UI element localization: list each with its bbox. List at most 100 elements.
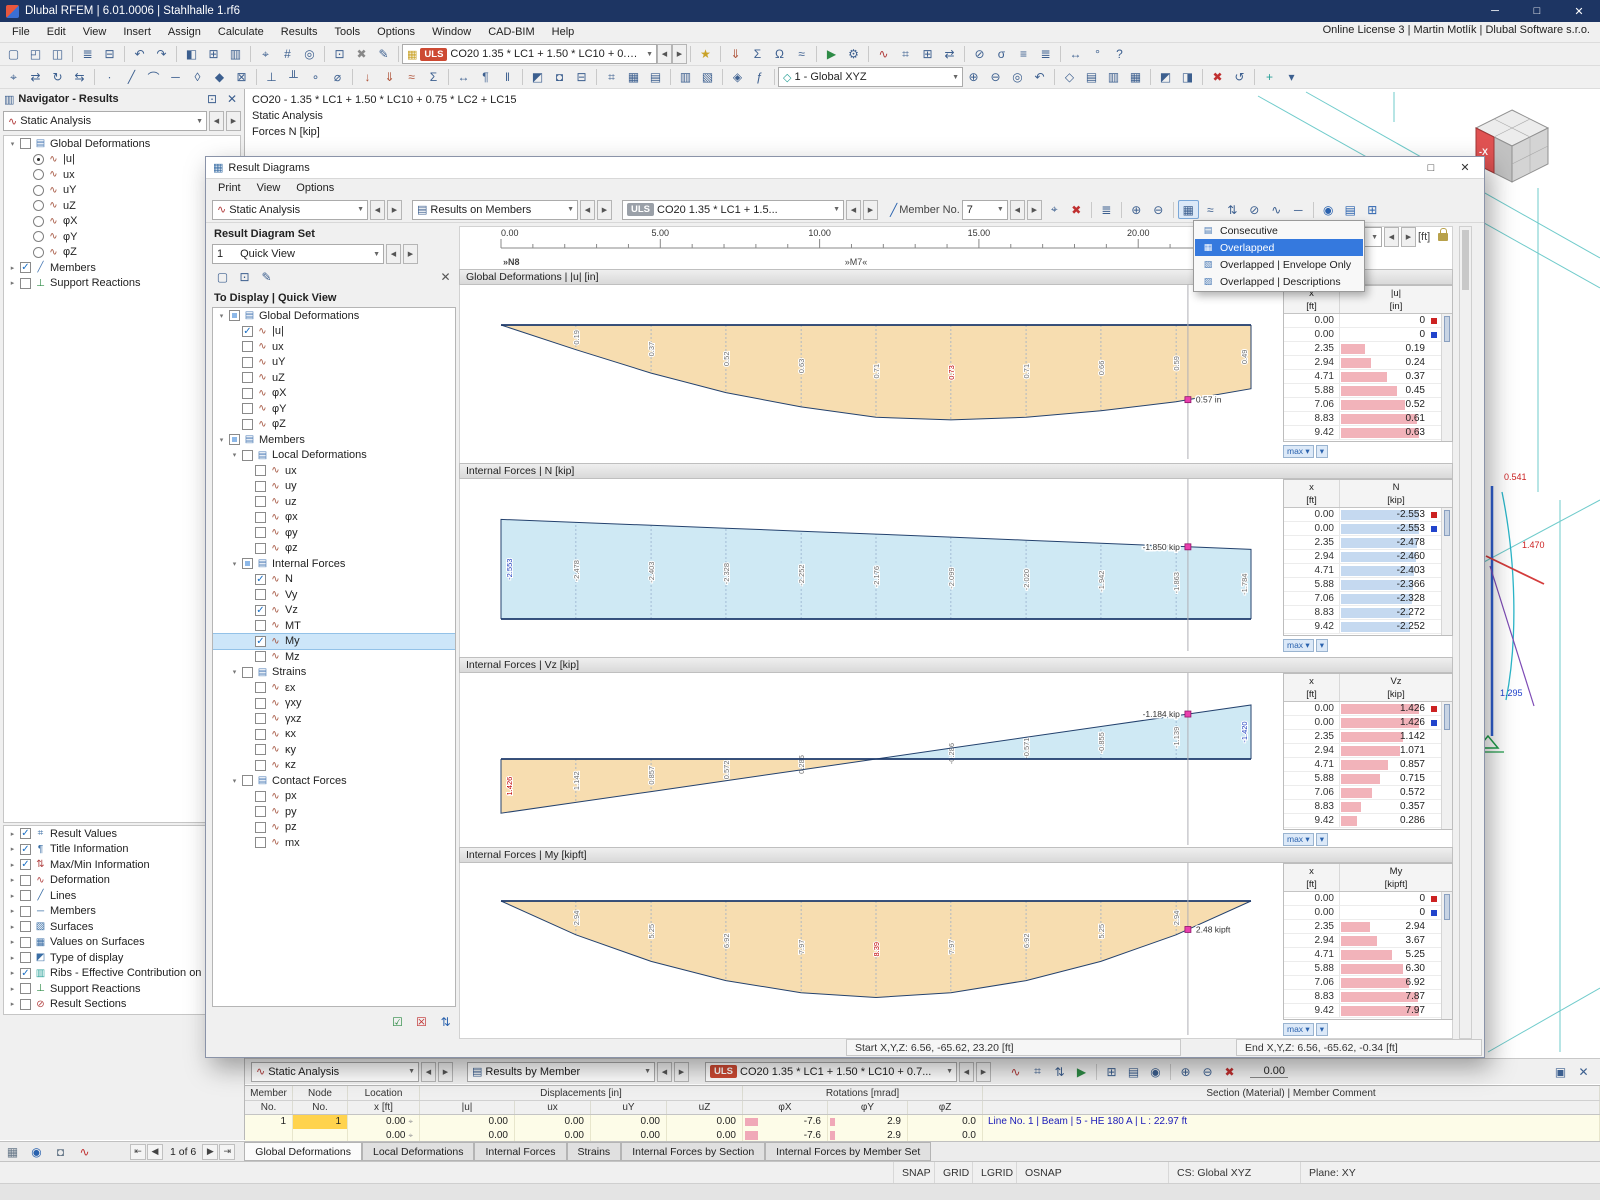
radio-button[interactable] — [33, 247, 44, 258]
result-table-row[interactable]: 0.00-2.553 — [1284, 508, 1452, 522]
renumber-icon[interactable]: # — [277, 45, 298, 64]
tab-display-icon[interactable]: ◉ — [26, 1142, 47, 1161]
checkbox[interactable] — [242, 558, 253, 569]
navigator-toggle-icon[interactable]: ◧ — [181, 45, 202, 64]
rendering-icon[interactable]: ◨ — [1177, 68, 1198, 87]
result-table-row[interactable]: 2.351.142 — [1284, 730, 1452, 744]
first-page-icon[interactable]: ⇤ — [130, 1144, 146, 1160]
maximize-icon[interactable]: □ — [1516, 0, 1558, 22]
menu-file[interactable]: File — [4, 24, 38, 40]
result-table-row[interactable]: 8.837.87 — [1284, 990, 1452, 1004]
tab-strains[interactable]: Strains — [567, 1142, 622, 1161]
display-item-mz[interactable]: ∿Mz — [213, 649, 455, 665]
block-library-icon[interactable]: ◈ — [727, 68, 748, 87]
result-table-row[interactable]: 0.00-2.553 — [1284, 522, 1452, 536]
radio-button[interactable] — [33, 185, 44, 196]
radio-button[interactable] — [33, 200, 44, 211]
expander-icon[interactable]: ▾ — [7, 140, 18, 148]
selected-members-icon[interactable]: ◉ — [1318, 200, 1339, 219]
lock-icon[interactable] — [1438, 233, 1448, 241]
menu-view[interactable]: View — [75, 24, 115, 40]
checkbox[interactable] — [255, 574, 266, 585]
steel-design-icon[interactable]: ≡ — [1013, 45, 1034, 64]
menu-edit[interactable]: Edit — [39, 24, 74, 40]
member-load-icon[interactable]: ⇓ — [379, 68, 400, 87]
checkbox[interactable] — [242, 450, 253, 461]
print-icon[interactable]: ≣ — [77, 45, 98, 64]
animation-icon[interactable]: ⇄ — [939, 45, 960, 64]
delete-icon[interactable]: ✖ — [351, 45, 372, 64]
next-page-icon[interactable]: ▶ — [202, 1144, 218, 1160]
view-in-x-icon[interactable]: ▤ — [1081, 68, 1102, 87]
select-objects-icon[interactable]: ⌖ — [255, 45, 276, 64]
result-table-row[interactable]: 8.830.357 — [1284, 800, 1452, 814]
calculate-all-icon[interactable]: ▶ — [821, 45, 842, 64]
member-no-combo[interactable]: 7▼ — [962, 200, 1008, 220]
zoom-all-icon[interactable]: ◎ — [1007, 68, 1028, 87]
checkbox[interactable] — [255, 729, 266, 740]
load-cases-icon[interactable]: Σ — [747, 45, 768, 64]
new-model-icon[interactable]: ▢ — [3, 45, 24, 64]
table-filter-max-button[interactable]: max ▾ — [1283, 445, 1314, 458]
checkbox[interactable] — [20, 844, 31, 855]
filter-results-icon[interactable]: ∿ — [1266, 200, 1287, 219]
grid-toggle[interactable]: GRID — [934, 1162, 977, 1184]
zoom-out-icon[interactable]: ⊖ — [985, 68, 1006, 87]
result-table-row[interactable]: 0.000 — [1284, 892, 1452, 906]
table-filter-button[interactable]: ▾ — [1316, 833, 1328, 846]
display-item-uy[interactable]: ∿uY — [213, 355, 455, 371]
plane-status[interactable]: Plane: XY — [1300, 1162, 1412, 1184]
diagonal-member-line[interactable] — [1490, 566, 1534, 706]
display-properties-icon[interactable]: ◎ — [299, 45, 320, 64]
table-filter-max-button[interactable]: max ▾ — [1283, 639, 1314, 652]
dialog-close-icon[interactable]: ✕ — [1448, 157, 1482, 178]
display-item-xz[interactable]: ∿γxz — [213, 711, 455, 727]
expander-icon[interactable]: ▾ — [216, 312, 227, 320]
next-button[interactable]: ▶ — [976, 1062, 991, 1082]
last-page-icon[interactable]: ⇥ — [219, 1144, 235, 1160]
expander-icon[interactable]: ▸ — [7, 830, 18, 838]
result-table-row[interactable]: 0.000 — [1284, 906, 1452, 920]
comments-icon[interactable]: ¶ — [475, 68, 496, 87]
visibility-modes-icon[interactable]: ◩ — [527, 68, 548, 87]
arrange-option-overlapped[interactable]: ▦Overlapped — [1195, 239, 1363, 256]
display-item-my[interactable]: ∿My — [213, 634, 455, 650]
checkbox[interactable] — [255, 682, 266, 693]
table-row[interactable]: 110.00⌖0.000.000.000.00-7.62.90.0Line No… — [245, 1115, 1600, 1129]
navigation-cube[interactable]: -X — [1476, 110, 1548, 182]
display-item-py[interactable]: ∿py — [213, 804, 455, 820]
load-combinations-icon[interactable]: Ω — [769, 45, 790, 64]
display-item-z[interactable]: ∿κz — [213, 758, 455, 774]
results-on-combo[interactable]: ▤ Results on Members▼ — [412, 200, 578, 220]
display-item-xy[interactable]: ∿γxy — [213, 696, 455, 712]
view-dropdown-icon[interactable]: ▾ — [1281, 68, 1302, 87]
panels-toggle-icon[interactable]: ▥ — [225, 45, 246, 64]
expander-icon[interactable]: ▸ — [7, 954, 18, 962]
dialog-menu-print[interactable]: Print — [211, 181, 248, 195]
display-item-pz[interactable]: ∿pz — [213, 820, 455, 836]
display-item-x[interactable]: ∿εx — [213, 680, 455, 696]
show-results-icon[interactable]: ∿ — [873, 45, 894, 64]
table-scrollbar[interactable] — [1441, 702, 1452, 829]
coordinate-system-status[interactable]: CS: Global XYZ — [1168, 1162, 1300, 1184]
load-wizard-icon[interactable]: Σ — [423, 68, 444, 87]
tables-toggle-icon[interactable]: ⊞ — [203, 45, 224, 64]
result-table-row[interactable]: 4.71-2.403 — [1284, 564, 1452, 578]
display-item-u[interactable]: ∿|u| — [213, 324, 455, 340]
member-hinge-icon[interactable]: ∘ — [305, 68, 326, 87]
undo-icon[interactable]: ↶ — [129, 45, 150, 64]
result-table-row[interactable]: 9.42-2.252 — [1284, 620, 1452, 634]
parametric-input-icon[interactable]: ƒ — [749, 68, 770, 87]
prev-button[interactable]: ◀ — [209, 111, 224, 131]
table-scrollbar[interactable] — [1441, 508, 1452, 635]
nodal-support-icon[interactable]: ⊥ — [261, 68, 282, 87]
result-table-row[interactable]: 2.941.071 — [1284, 744, 1452, 758]
diagram-scrollbar[interactable] — [1459, 226, 1472, 1039]
next-button[interactable]: ▶ — [403, 244, 418, 264]
arrange-option-consecutive[interactable]: ▤Consecutive — [1195, 222, 1363, 239]
checkbox[interactable] — [20, 921, 31, 932]
display-item-uy[interactable]: ∿uy — [213, 479, 455, 495]
minimize-icon[interactable]: ─ — [1474, 0, 1516, 22]
tab-panels-icon[interactable]: ▦ — [2, 1142, 23, 1161]
tab-global-deformations[interactable]: Global Deformations — [244, 1142, 362, 1161]
